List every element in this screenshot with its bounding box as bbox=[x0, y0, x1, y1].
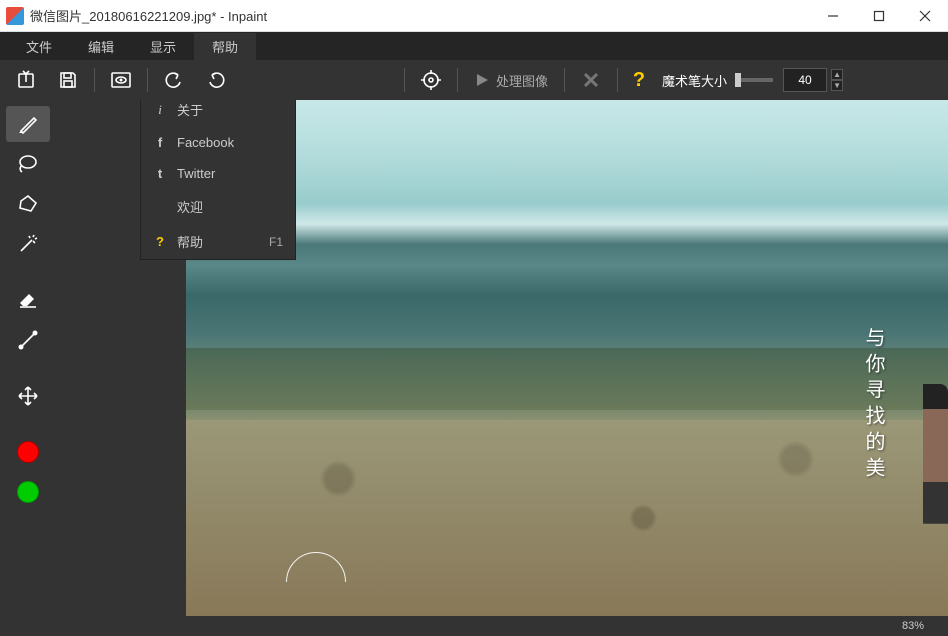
menu-help[interactable]: 帮助 bbox=[194, 33, 256, 60]
magic-wand-icon bbox=[17, 233, 39, 255]
status-bar: 83% bbox=[0, 616, 948, 636]
close-button[interactable] bbox=[902, 0, 948, 32]
brush-size-slider[interactable] bbox=[735, 78, 773, 82]
info-icon: i bbox=[153, 102, 167, 118]
help-dropdown: i 关于 f Facebook t Twitter 欢迎 ? 帮助 F1 bbox=[140, 100, 296, 260]
image-content: 与你寻找的美 bbox=[186, 100, 948, 616]
menu-edit[interactable]: 编辑 bbox=[70, 33, 132, 60]
save-icon bbox=[58, 70, 78, 90]
toolbar: 处理图像 ? 魔术笔大小 ▲ ▼ bbox=[0, 60, 948, 100]
menu-view[interactable]: 显示 bbox=[132, 33, 194, 60]
dropdown-help-label: 帮助 bbox=[177, 232, 203, 251]
window-title: 微信图片_20180616221209.jpg* - Inpaint bbox=[30, 6, 810, 25]
dropdown-twitter-label: Twitter bbox=[177, 166, 215, 181]
zoom-level: 83% bbox=[902, 620, 924, 632]
cancel-button[interactable] bbox=[571, 64, 611, 96]
facebook-icon: f bbox=[153, 135, 167, 150]
brush-size-input[interactable] bbox=[783, 68, 827, 92]
green-circle-icon bbox=[17, 481, 39, 503]
toolbar-separator bbox=[457, 68, 458, 92]
undo-icon bbox=[164, 70, 184, 90]
maximize-button[interactable] bbox=[856, 0, 902, 32]
toolbar-separator bbox=[147, 68, 148, 92]
selection-scope-button[interactable] bbox=[411, 64, 451, 96]
eraser-tool-button[interactable] bbox=[6, 282, 50, 318]
dropdown-about[interactable]: i 关于 bbox=[141, 100, 295, 127]
dropdown-help-shortcut: F1 bbox=[269, 235, 283, 249]
dropdown-welcome[interactable]: 欢迎 bbox=[141, 189, 295, 224]
polygon-icon bbox=[17, 193, 39, 215]
lasso-icon bbox=[17, 153, 39, 175]
green-mask-button[interactable] bbox=[6, 474, 50, 510]
undo-button[interactable] bbox=[154, 64, 194, 96]
crosshair-icon bbox=[421, 70, 441, 90]
dropdown-help[interactable]: ? 帮助 F1 bbox=[141, 224, 295, 259]
marker-tool-button[interactable] bbox=[6, 106, 50, 142]
line-tool-button[interactable] bbox=[6, 322, 50, 358]
move-tool-button[interactable] bbox=[6, 378, 50, 414]
minimize-button[interactable] bbox=[810, 0, 856, 32]
toolbar-separator bbox=[617, 68, 618, 92]
spin-down-button[interactable]: ▼ bbox=[831, 80, 843, 91]
minimize-icon bbox=[827, 10, 839, 22]
magic-wand-button[interactable] bbox=[6, 226, 50, 262]
spin-up-button[interactable]: ▲ bbox=[831, 69, 843, 80]
redo-icon bbox=[206, 70, 226, 90]
canvas-content: 与你寻找的美 bbox=[186, 100, 948, 616]
dropdown-facebook[interactable]: f Facebook bbox=[141, 127, 295, 158]
brush-size-label: 魔术笔大小 bbox=[662, 71, 727, 90]
slider-thumb[interactable] bbox=[735, 73, 741, 87]
question-icon: ? bbox=[153, 234, 167, 249]
menu-file[interactable]: 文件 bbox=[8, 33, 70, 60]
process-label: 处理图像 bbox=[496, 71, 548, 90]
menu-bar: 文件 编辑 显示 帮助 bbox=[0, 32, 948, 60]
open-button[interactable] bbox=[6, 64, 46, 96]
original-view-button[interactable] bbox=[101, 64, 141, 96]
app-icon bbox=[6, 7, 24, 25]
marker-icon bbox=[17, 113, 39, 135]
help-button[interactable]: ? bbox=[624, 64, 654, 96]
close-icon bbox=[919, 10, 931, 22]
dropdown-welcome-label: 欢迎 bbox=[177, 197, 203, 216]
dropdown-twitter[interactable]: t Twitter bbox=[141, 158, 295, 189]
toolbar-separator bbox=[94, 68, 95, 92]
eye-rect-icon bbox=[110, 71, 132, 89]
maximize-icon bbox=[873, 10, 885, 22]
toolbar-separator bbox=[564, 68, 565, 92]
process-button[interactable]: 处理图像 bbox=[464, 71, 558, 90]
eraser-icon bbox=[17, 289, 39, 311]
main-area: 与你寻找的美 i 关于 f Facebook t Twitter 欢迎 bbox=[0, 100, 948, 616]
line-icon bbox=[17, 329, 39, 351]
title-bar: 微信图片_20180616221209.jpg* - Inpaint bbox=[0, 0, 948, 32]
redo-button[interactable] bbox=[196, 64, 236, 96]
question-icon: ? bbox=[633, 69, 645, 92]
canvas-area[interactable]: 与你寻找的美 i 关于 f Facebook t Twitter 欢迎 bbox=[56, 100, 948, 616]
toolbar-separator bbox=[404, 68, 405, 92]
dropdown-facebook-label: Facebook bbox=[177, 135, 234, 150]
polygon-tool-button[interactable] bbox=[6, 186, 50, 222]
twitter-icon: t bbox=[153, 166, 167, 181]
tool-sidebar bbox=[0, 100, 56, 616]
red-circle-icon bbox=[17, 441, 39, 463]
x-icon bbox=[582, 71, 600, 89]
save-button[interactable] bbox=[48, 64, 88, 96]
window-controls bbox=[810, 0, 948, 32]
open-icon bbox=[16, 70, 36, 90]
vertical-caption: 与你寻找的美 bbox=[859, 327, 888, 483]
play-icon bbox=[474, 72, 490, 88]
move-icon bbox=[17, 385, 39, 407]
lasso-tool-button[interactable] bbox=[6, 146, 50, 182]
dropdown-about-label: 关于 bbox=[177, 100, 203, 119]
brush-size-spinner: ▲ ▼ bbox=[831, 69, 843, 91]
red-mask-button[interactable] bbox=[6, 434, 50, 470]
